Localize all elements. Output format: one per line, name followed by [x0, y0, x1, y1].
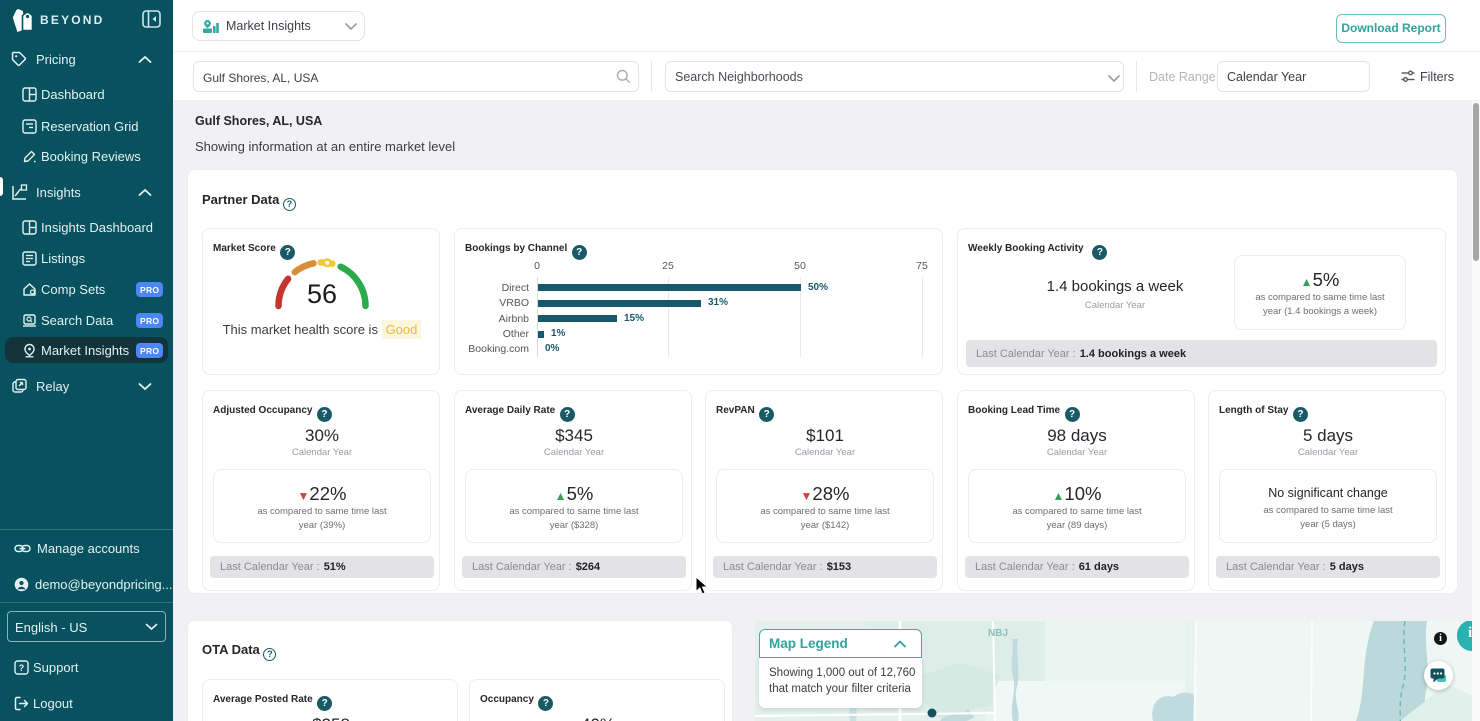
svg-text:?: ? [19, 663, 25, 673]
svg-text:NBJ: NBJ [988, 628, 1008, 639]
